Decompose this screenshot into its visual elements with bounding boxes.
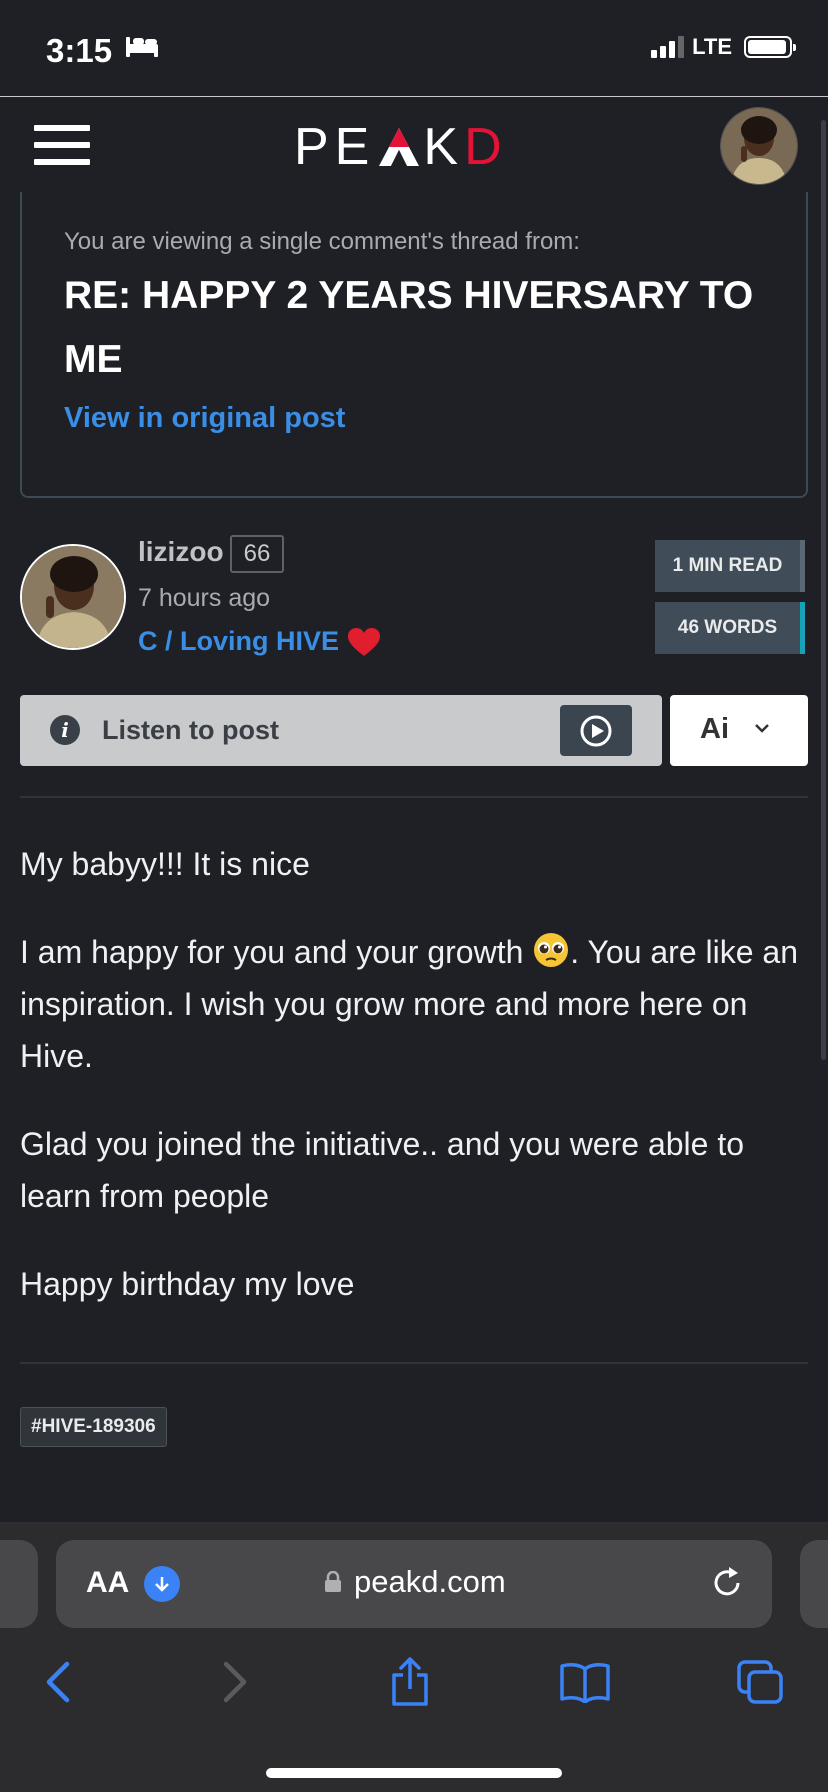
bookmarks-button[interactable] <box>555 1652 615 1712</box>
share-icon <box>392 1657 428 1706</box>
chevron-right-icon <box>223 1661 247 1703</box>
sleep-bed-icon <box>126 37 158 57</box>
listen-to-post-bar[interactable]: i Listen to post <box>20 695 662 766</box>
paragraph: I am happy for you and your growth . You… <box>20 926 810 1082</box>
signal-icon <box>651 36 685 58</box>
comment-thread-notice: You are viewing a single comment's threa… <box>20 192 808 498</box>
divider <box>20 1362 808 1364</box>
tag-link[interactable]: #HIVE-189306 <box>20 1407 167 1447</box>
word-count-badge: 46 WORDS <box>655 602 805 654</box>
paragraph: Glad you joined the initiative.. and you… <box>20 1126 745 1214</box>
logo-text-mid: K <box>423 118 465 176</box>
voice-select[interactable]: Ai <box>670 695 808 766</box>
thread-title: RE: HAPPY 2 YEARS HIVERSARY TO ME <box>64 274 754 381</box>
divider <box>20 796 808 798</box>
chevron-down-icon <box>755 724 769 733</box>
community-link[interactable]: C / Loving HIVE <box>138 626 381 657</box>
reload-icon[interactable] <box>710 1566 744 1600</box>
url-text: peakd.com <box>354 1564 506 1599</box>
safari-bottom-bar: AA peakd.com <box>0 1524 828 1792</box>
previous-tab-preview[interactable] <box>0 1540 38 1628</box>
back-button[interactable] <box>28 1652 88 1712</box>
lock-icon <box>325 1571 341 1592</box>
tag-label: HIVE-189306 <box>41 1416 156 1437</box>
author-name[interactable]: lizizoo <box>138 536 224 568</box>
next-tab-preview[interactable] <box>800 1540 828 1628</box>
community-name: C / Loving HIVE <box>138 626 340 656</box>
clock: 3:15 <box>46 32 113 69</box>
listen-label: Listen to post <box>102 715 279 745</box>
peakd-logo[interactable]: PE K D <box>294 117 508 177</box>
play-icon <box>580 715 612 746</box>
read-time-badge: 1 MIN READ <box>655 540 805 592</box>
view-original-post-link[interactable]: View in original post <box>64 402 345 435</box>
info-icon: i <box>50 715 80 745</box>
logo-a-mark <box>379 128 420 166</box>
forward-button[interactable] <box>205 1652 265 1712</box>
post-time: 7 hours ago <box>138 584 271 612</box>
status-bar: 3:15 LTE <box>0 0 828 96</box>
menu-icon[interactable] <box>34 125 90 165</box>
paragraph-text: I am happy for you and your growth <box>20 934 533 970</box>
url-display[interactable]: peakd.com <box>324 1564 506 1600</box>
status-indicators: LTE <box>651 34 796 60</box>
play-button[interactable] <box>560 705 632 756</box>
network-type: LTE <box>692 34 732 59</box>
heart-icon <box>348 627 381 656</box>
download-icon[interactable] <box>144 1566 180 1602</box>
text-size-button[interactable]: AA <box>86 1566 129 1600</box>
author-avatar[interactable] <box>20 544 126 650</box>
logo-text-suffix: D <box>464 118 508 176</box>
pleading-face-emoji-icon <box>534 933 569 967</box>
book-icon <box>560 1663 610 1703</box>
logo-text-prefix: PE <box>294 118 376 176</box>
user-avatar[interactable] <box>720 107 798 185</box>
top-navbar: PE K D <box>0 96 828 192</box>
battery-icon <box>744 36 796 58</box>
thread-lead-text: You are viewing a single comment's threa… <box>64 228 580 255</box>
home-indicator <box>266 1768 562 1778</box>
comment-body: My babyy!!! It is nice I am happy for yo… <box>20 838 810 1346</box>
voice-select-value: Ai <box>700 713 729 745</box>
address-bar[interactable]: AA peakd.com <box>56 1540 772 1628</box>
tabs-icon <box>737 1660 783 1704</box>
scrollbar[interactable] <box>821 120 826 1060</box>
chevron-left-icon <box>46 1661 70 1703</box>
tabs-button[interactable] <box>730 1652 790 1712</box>
paragraph: My babyy!!! It is nice <box>20 846 310 882</box>
text-size-label: AA <box>86 1566 130 1599</box>
share-button[interactable] <box>380 1652 440 1712</box>
paragraph: Happy birthday my love <box>20 1266 355 1302</box>
tag-prefix: # <box>31 1416 42 1437</box>
reputation-badge: 66 <box>230 535 284 573</box>
